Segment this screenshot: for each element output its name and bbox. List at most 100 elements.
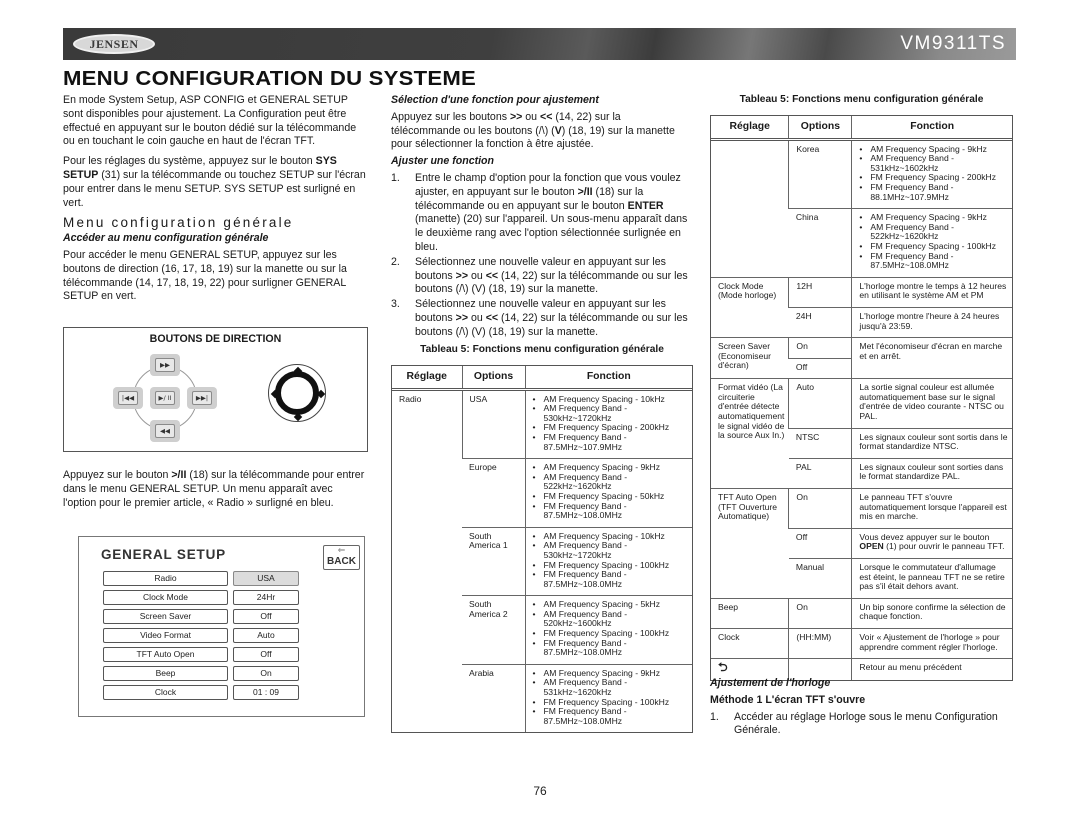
text: ou [468, 269, 486, 282]
header-options: Options [788, 116, 852, 141]
function-cell: Les signaux couleur sont sorties dans le… [851, 457, 1012, 489]
bold-text: << [485, 311, 499, 324]
sys-setup-paragraph: Pour les réglages du système, appuyez su… [63, 155, 368, 210]
list-item: FM Frequency Band - 87.5MHz~108.0MHz [533, 569, 689, 589]
step-item: 1. Entre le champ d'option pour la foncti… [391, 172, 691, 255]
setup-row-value[interactable]: Off [233, 647, 299, 662]
list-item: FM Frequency Band - 87.5MHz~108.0MHz [533, 706, 689, 726]
next-track-icon: ▶▶| [192, 391, 212, 405]
text: (31) sur la télécommande ou touchez SETU… [63, 168, 366, 209]
option-cell: Off [788, 357, 852, 379]
next-track-button[interactable]: ▶▶| [187, 387, 217, 409]
table-frame: Réglage Options Fonction Radio USA AM Fr… [391, 365, 693, 734]
text: Appuyez sur le bouton [63, 469, 172, 481]
subheading: Sélection d'une fonction pour ajustement [391, 94, 599, 106]
option-cell: South America 1 [462, 526, 525, 596]
option-cell: Arabia [462, 663, 525, 733]
function-cell: L'horloge montre le temps à 12 heures en… [851, 276, 1012, 308]
back-button[interactable]: ⇐ BACK [323, 545, 360, 570]
fast-forward-button[interactable]: ▶▶ [150, 354, 180, 376]
function-cell: Lorsque le commutateur d'allumage est ét… [851, 558, 1012, 599]
rewind-button[interactable]: ◀◀ [150, 420, 180, 442]
header-setting: Réglage [392, 366, 462, 391]
function-cell: AM Frequency Spacing - 9kHzAM Frequency … [524, 663, 692, 733]
setup-row-label[interactable]: Screen Saver [103, 609, 228, 624]
header-function: Fonction [851, 116, 1012, 141]
step-item: 2. Sélectionnez une nouvelle valeur en ap… [391, 256, 691, 297]
table-row: TFT Auto Open (TFT Ouverture Automatique… [711, 488, 1012, 599]
function-table-part2: Tableau 5: Fonctions menu configuration … [710, 94, 1013, 681]
function-cell: AM Frequency Spacing - 9kHzAM Frequency … [851, 208, 1012, 278]
text: ou [468, 311, 486, 324]
text: Appuyez sur les boutons [391, 110, 510, 123]
play-pause-icon: ▶/ II [155, 391, 175, 405]
setting-cell: Screen Saver (Economiseur d'écran) [711, 337, 789, 379]
list-item: FM Frequency Band - 87.5MHz~107.9MHz [533, 432, 689, 452]
option-cell: Off [788, 527, 852, 559]
setup-row-label[interactable]: Radio [103, 571, 228, 586]
step-number: 3. [391, 298, 400, 311]
previous-track-icon: |◀◀ [118, 391, 138, 405]
text: Accéder au réglage Horloge sous le menu … [734, 710, 998, 737]
list-item: AM Frequency Band - 531kHz~1620kHz [533, 678, 689, 697]
list-item: AM Frequency Band - 520kHz~1600kHz [533, 609, 689, 629]
setup-row-label[interactable]: Clock Mode [103, 590, 228, 605]
function-cell: AM Frequency Spacing - 10kHzAM Frequency… [524, 526, 692, 596]
page-title: MENU CONFIGURATION DU SYSTEME [63, 67, 476, 90]
option-cell: China [788, 208, 852, 278]
text: Vous devez appuyer sur le bouton [859, 531, 990, 542]
function-cell: Un bip sonore confirme la sélection de c… [851, 597, 1012, 629]
figure-title: BOUTONS DE DIRECTION [149, 333, 282, 345]
column-middle: Sélection d'une fonction pour ajustement… [391, 94, 691, 341]
option-cell: Korea [788, 139, 852, 209]
back-arrow-icon: ⇐ [337, 546, 346, 556]
option-cell: (HH:MM) [788, 627, 852, 659]
setup-row-value[interactable]: Off [233, 609, 299, 624]
table-row: Clock (HH:MM) Voir « Ajustement de l'hor… [711, 627, 1012, 659]
function-cell: La sortie signal couleur est allumée aut… [851, 378, 1012, 429]
setup-row-value[interactable]: USA [233, 571, 299, 586]
setup-row-label[interactable]: Video Format [103, 628, 228, 643]
rewind-icon: ◀◀ [155, 424, 175, 438]
setup-row-value[interactable]: 24Hr [233, 590, 299, 605]
option-cell: On [788, 488, 852, 529]
setting-cell: Clock [711, 627, 789, 659]
table-header-row: Réglage Options Fonction [711, 116, 1012, 141]
setup-row-label[interactable]: Beep [103, 666, 228, 681]
general-setup-title: GENERAL SETUP [101, 547, 226, 562]
setup-row-label[interactable]: TFT Auto Open [103, 647, 228, 662]
step-item: 3. Sélectionnez une nouvelle valeur en ap… [391, 298, 691, 339]
function-cell: Voir « Ajustement de l'horloge » pour ap… [851, 627, 1012, 659]
setup-row-value[interactable]: On [233, 666, 299, 681]
model-number: VM9311TS [900, 33, 1006, 54]
method-heading: Méthode 1 L'écran TFT s'ouvre [710, 693, 866, 706]
function-cell: Vous devez appuyer sur le bouton OPEN (1… [851, 527, 1012, 559]
function-cell: Met l'économiseur d'écran en marche et e… [851, 337, 1012, 379]
function-table: Réglage Options Fonction Radio USA AM Fr… [392, 366, 692, 733]
setup-row-value[interactable]: 01 : 09 [233, 685, 299, 700]
setup-row-label[interactable]: Clock [103, 685, 228, 700]
table-frame: Réglage Options Fonction Korea AM Freque… [710, 115, 1013, 681]
step-number: 1. [710, 710, 719, 723]
list-item: AM Frequency Band - 522kHz~1620kHz [859, 222, 1008, 242]
list-item: AM Frequency Band - 522kHz~1620kHz [533, 472, 689, 492]
setting-cell: TFT Auto Open (TFT Ouverture Automatique… [711, 488, 789, 599]
dpad: ▶▶ |◀◀ ▶/ II ▶▶| ◀◀ [108, 350, 222, 446]
bold-text: >/II [171, 469, 187, 481]
setting-cell: Radio [399, 393, 422, 404]
table-row: Format vidéo (La circuiterie d'entrée dé… [711, 378, 1012, 489]
column-left: En mode System Setup, ASP CONFIG et GENE… [63, 94, 368, 310]
table-row: Beep On Un bip sonore confirme la sélect… [711, 597, 1012, 629]
subheading: Ajustement de l'horloge [710, 677, 831, 689]
page-number: 76 [533, 784, 547, 798]
list-item: FM Frequency Band - 88.1MHz~107.9MHz [859, 182, 1008, 202]
paragraph: Appuyez sur le bouton >/II (18) sur la t… [63, 469, 368, 510]
bold-text: >/II [577, 185, 593, 198]
previous-track-button[interactable]: |◀◀ [113, 387, 143, 409]
play-pause-button[interactable]: ▶/ II [150, 387, 180, 409]
header-setting: Réglage [711, 116, 789, 141]
option-cell: 24H [788, 306, 852, 338]
setup-row-value[interactable]: Auto [233, 628, 299, 643]
setting-cell: Clock Mode (Mode horloge) [711, 276, 789, 338]
general-setup-screen: GENERAL SETUP ⇐ BACK Radio USA Clock Mod… [78, 536, 365, 717]
